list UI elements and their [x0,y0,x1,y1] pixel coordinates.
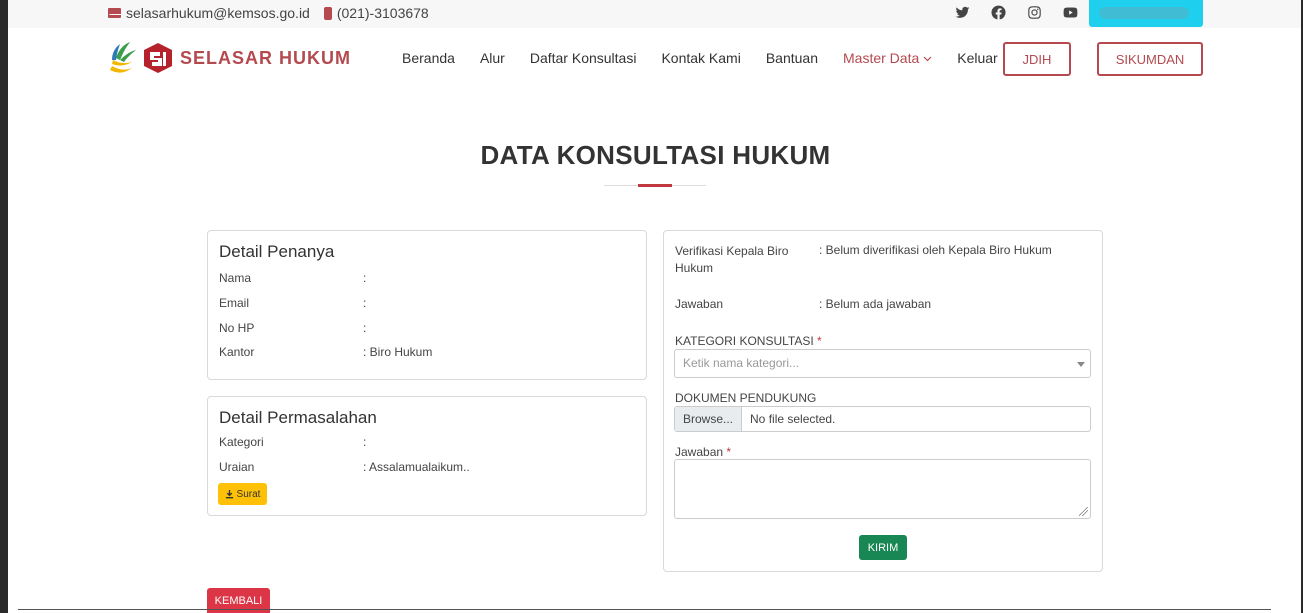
footer-divider [18,609,1271,610]
nav-item-alur[interactable]: Alur [480,50,505,66]
nav-item-kontak-kami[interactable]: Kontak Kami [661,50,740,66]
twitter-icon[interactable] [953,3,971,21]
row-label: Email [219,296,250,310]
jawaban-label-text: Jawaban [675,445,724,459]
main-navbar: SELASAR HUKUM Beranda Alur Daftar Konsul… [8,28,1301,88]
kategori-placeholder: Ketik nama kategori... [683,356,800,370]
detail-permasalahan-card: Detail Permasalahan Kategori : Uraian : … [207,396,647,516]
selasar-hukum-mark-icon [144,43,172,73]
jawaban-status-label: Jawaban [675,297,724,311]
jdih-button[interactable]: JDIH [1003,42,1071,76]
nav-item-daftar-konsultasi[interactable]: Daftar Konsultasi [530,50,637,66]
nav-menu: Beranda Alur Daftar Konsultasi Kontak Ka… [402,50,1023,66]
chevron-down-icon [923,56,932,62]
required-mark: * [817,334,822,348]
browse-button[interactable]: Browse... [675,407,743,431]
kategori-label-text: KATEGORI KONSULTASI [675,334,814,348]
penanya-row-nama: Nama : [219,271,619,287]
row-label: Nama [219,271,252,285]
permasalahan-row-kategori: Kategori : [219,435,619,451]
user-account-badge[interactable] [1089,0,1203,27]
page-title: DATA KONSULTASI HUKUM [480,140,831,170]
top-contact-bar: selasarhukum@kemsos.go.id (021)-3103678 [8,0,1301,28]
row-value: : Assalamualaikum.. [363,460,470,474]
facebook-icon[interactable] [989,3,1007,21]
dokumen-pendukung-label: DOKUMEN PENDUKUNG [675,391,817,405]
resize-grip-icon[interactable] [1079,507,1088,516]
verifikasi-label-line2: Hukum [675,261,714,275]
jawaban-textarea[interactable] [674,459,1091,519]
row-label: No HP [219,321,255,335]
penanya-row-email: Email : [219,296,619,312]
row-value: : [363,321,367,335]
row-label: Kategori [219,435,264,449]
kirim-button[interactable]: KIRIM [859,535,907,560]
detail-penanya-card: Detail Penanya Nama : Email : No HP : Ka… [207,230,647,380]
download-icon [225,489,233,498]
file-status: No file selected. [750,412,836,426]
window-edge-left [0,0,8,613]
brand-name: SELASAR HUKUM [180,47,352,68]
row-label: Uraian [219,460,255,474]
contact-info: selasarhukum@kemsos.go.id (021)-3103678 [108,5,429,21]
kategori-konsultasi-label: KATEGORI KONSULTASI * [675,334,822,348]
jawaban-field-label: Jawaban * [675,445,731,459]
caret-down-icon [1077,362,1085,367]
surat-label: Surat [236,488,261,500]
social-links [953,3,1079,21]
contact-phone[interactable]: (021)-3103678 [337,5,429,21]
jawaban-status-value: : Belum ada jawaban [819,297,932,311]
nav-item-bantuan[interactable]: Bantuan [766,50,818,66]
verifikasi-label-line1: Verifikasi Kepala Biro [675,244,789,258]
penanya-row-nohp: No HP : [219,321,619,337]
title-divider [604,184,706,187]
redacted-username [1099,7,1189,19]
instagram-icon[interactable] [1025,3,1043,21]
detail-penanya-heading: Detail Penanya [219,242,335,261]
contact-email[interactable]: selasarhukum@kemsos.go.id [126,5,310,21]
row-value: : [363,296,367,310]
site-logo[interactable]: SELASAR HUKUM [106,40,351,76]
download-surat-button[interactable]: Surat [218,483,267,505]
dokumen-file-input[interactable]: Browse... No file selected. [674,406,1091,432]
nav-item-beranda[interactable]: Beranda [402,50,455,66]
kategori-select[interactable]: Ketik nama kategori... [674,349,1091,378]
youtube-icon[interactable] [1061,3,1079,21]
phone-icon [323,6,332,20]
permasalahan-row-uraian: Uraian : Assalamualaikum.. [219,460,619,476]
mail-icon [108,8,121,18]
verifikasi-label: Verifikasi Kepala Biro Hukum [675,243,788,277]
nav-item-master-data[interactable]: Master Data [843,50,932,66]
konsultasi-form-card: Verifikasi Kepala Biro Hukum : Belum dive… [663,230,1103,572]
penanya-row-kantor: Kantor : Biro Hukum [219,345,619,361]
detail-permasalahan-heading: Detail Permasalahan [219,408,377,427]
row-value: : [363,435,367,449]
row-value: : [363,271,367,285]
verifikasi-value: : Belum diverifikasi oleh Kepala Biro Hu… [819,243,1052,257]
row-label: Kantor [219,345,255,359]
jawaban-status-row: Jawaban : Belum ada jawaban [675,297,1095,313]
kemsos-leaf-icon [110,42,136,73]
required-mark: * [726,445,732,459]
nav-item-keluar[interactable]: Keluar [957,50,997,66]
sikumdan-button[interactable]: SIKUMDAN [1097,42,1203,76]
nav-item-master-data-label: Master Data [843,50,920,66]
row-value: : Biro Hukum [363,345,433,359]
verifikasi-row: Verifikasi Kepala Biro Hukum : Belum dive… [675,243,1095,277]
